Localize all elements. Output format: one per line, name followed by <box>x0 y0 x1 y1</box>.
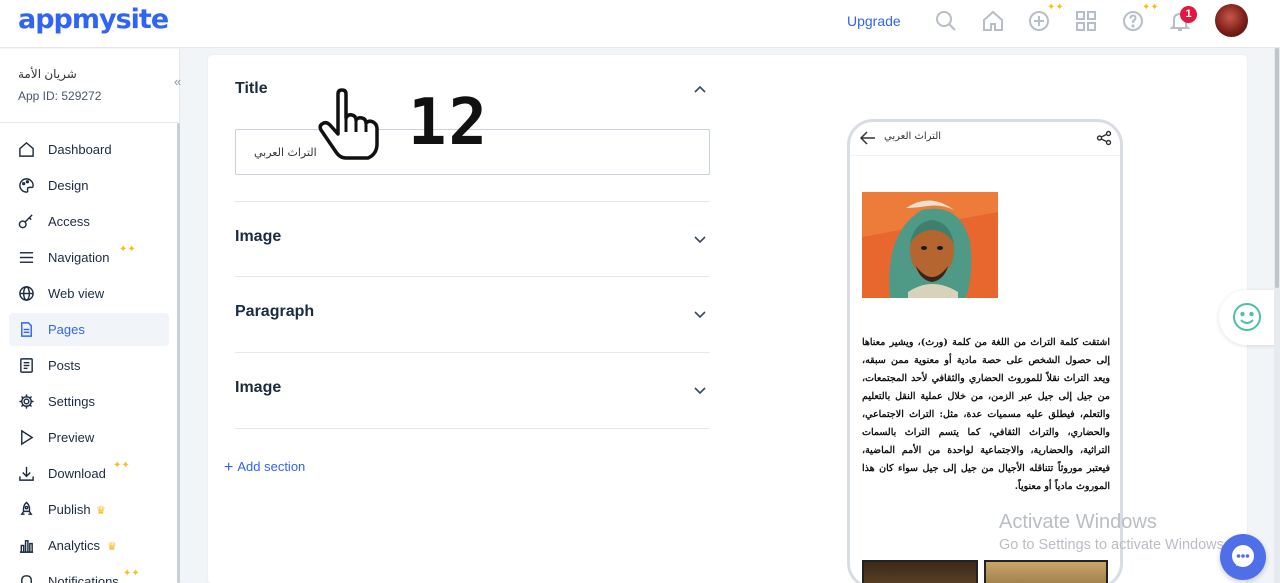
section-divider <box>235 352 710 353</box>
sidebar-item-dashboard[interactable]: Dashboard <box>9 133 169 166</box>
sparkle-icon: ✦✦ <box>119 244 136 255</box>
crown-icon: ♛ <box>96 505 106 517</box>
sidebar: شريان الأمة App ID: 529272 « Dashboard D… <box>0 49 181 583</box>
rocket-icon <box>18 501 35 518</box>
sparkle-icon: ✦✦ <box>1142 2 1159 13</box>
chevron-up-icon[interactable] <box>692 82 708 98</box>
apps-grid-icon[interactable] <box>1074 9 1098 33</box>
sidebar-item-access[interactable]: Access <box>9 205 169 238</box>
section-divider <box>235 201 710 202</box>
sidebar-scrollbar[interactable] <box>177 123 180 583</box>
sidebar-item-label: Posts <box>48 358 81 373</box>
notification-badge: 1 <box>1180 6 1197 23</box>
sidebar-item-posts[interactable]: Posts <box>9 349 169 382</box>
bell-icon <box>18 573 35 583</box>
upgrade-link[interactable]: Upgrade <box>847 13 901 29</box>
section-divider <box>235 428 710 429</box>
chevron-down-icon[interactable] <box>692 231 708 247</box>
windows-watermark-subtitle: Go to Settings to activate Windows. <box>999 537 1228 553</box>
sidebar-item-label: Web view <box>48 286 105 301</box>
title-input-value: التراث العربي <box>254 146 317 159</box>
sidebar-item-label: Access <box>48 214 90 229</box>
page-icon <box>18 321 35 338</box>
sidebar-item-label: Download <box>48 466 106 481</box>
section-title-header[interactable]: Title <box>235 80 268 98</box>
dashboard-icon <box>18 141 35 158</box>
sidebar-item-pages[interactable]: Pages <box>9 313 169 346</box>
sidebar-item-label: Publish <box>48 502 91 517</box>
sidebar-item-label: Settings <box>48 394 95 409</box>
sparkle-icon: ✦✦ <box>113 460 130 471</box>
sidebar-item-label: Dashboard <box>48 142 112 157</box>
app-logo[interactable]: appmysite <box>18 4 169 35</box>
sidebar-item-label: Preview <box>48 430 95 445</box>
sidebar-nav: Dashboard Design Access Navigation ✦✦ We… <box>9 133 169 583</box>
sidebar-item-publish[interactable]: Publish ♛ <box>9 493 169 526</box>
feedback-tab[interactable] <box>1219 290 1280 345</box>
sidebar-item-navigation[interactable]: Navigation ✦✦ <box>9 241 169 274</box>
section-paragraph-header[interactable]: Paragraph <box>235 303 314 321</box>
chat-support-button[interactable] <box>1220 534 1266 580</box>
sidebar-divider <box>0 122 178 123</box>
sidebar-item-label: Navigation <box>48 250 110 265</box>
sidebar-item-download[interactable]: Download ✦✦ <box>9 457 169 490</box>
add-section-label: Add section <box>237 459 306 474</box>
download-icon <box>18 465 35 482</box>
phone-header: التراث العربي <box>850 122 1120 156</box>
sidebar-item-label: Analytics <box>48 538 101 553</box>
sidebar-item-settings[interactable]: Settings <box>9 385 169 418</box>
overlay-number: 12 <box>408 86 490 160</box>
search-icon[interactable] <box>934 9 958 33</box>
phone-page-title: التراث العربي <box>884 131 942 142</box>
top-bar: appmysite Upgrade ✦✦ ✦✦ 1 <box>0 0 1280 48</box>
preview-paragraph: اشتقت كلمة التراث من اللغة من كلمة (ورث)… <box>862 337 1110 492</box>
sidebar-item-label: Design <box>48 178 89 193</box>
gear-icon <box>18 393 35 410</box>
sidebar-item-preview[interactable]: Preview <box>9 421 169 454</box>
add-section-button[interactable]: + Add section <box>224 459 305 477</box>
back-arrow-icon[interactable] <box>859 131 876 145</box>
sidebar-item-label: Pages <box>48 322 85 337</box>
sidebar-item-label: Notifications <box>48 574 119 583</box>
palette-icon <box>18 177 35 194</box>
section-image-header[interactable]: Image <box>235 379 281 397</box>
page-scrollbar-thumb[interactable] <box>1275 48 1279 288</box>
app-id: App ID: 529272 <box>18 89 102 103</box>
hand-pointer-icon <box>316 88 390 162</box>
preview-thumbnail-image <box>862 560 978 583</box>
preview-portrait-image <box>862 192 998 298</box>
key-icon <box>18 213 35 230</box>
bar-chart-icon <box>18 537 35 554</box>
home-icon[interactable] <box>981 9 1005 33</box>
sparkle-icon: ✦✦ <box>1047 2 1064 13</box>
sidebar-item-design[interactable]: Design <box>9 169 169 202</box>
sidebar-item-analytics[interactable]: Analytics ♛ <box>9 529 169 562</box>
sparkle-icon: ✦✦ <box>123 568 140 579</box>
globe-icon <box>18 285 35 302</box>
chevron-down-icon[interactable] <box>692 306 708 322</box>
chevron-down-icon[interactable] <box>692 382 708 398</box>
list-icon <box>18 249 35 266</box>
sidebar-item-notifications[interactable]: Notifications ✦✦ <box>9 565 169 583</box>
collapse-sidebar-icon[interactable]: « <box>174 74 181 89</box>
plus-icon: + <box>224 459 234 476</box>
section-divider <box>235 276 710 277</box>
avatar[interactable] <box>1215 4 1248 37</box>
share-icon[interactable] <box>1096 130 1112 146</box>
windows-watermark-title: Activate Windows <box>999 511 1157 533</box>
sidebar-item-web-view[interactable]: Web view <box>9 277 169 310</box>
app-name: شريان الأمة <box>18 67 77 81</box>
section-image-header[interactable]: Image <box>235 228 281 246</box>
play-icon <box>18 429 35 446</box>
posts-icon <box>18 357 35 374</box>
crown-icon: ♛ <box>107 541 117 553</box>
preview-thumbnail-image <box>984 560 1108 583</box>
